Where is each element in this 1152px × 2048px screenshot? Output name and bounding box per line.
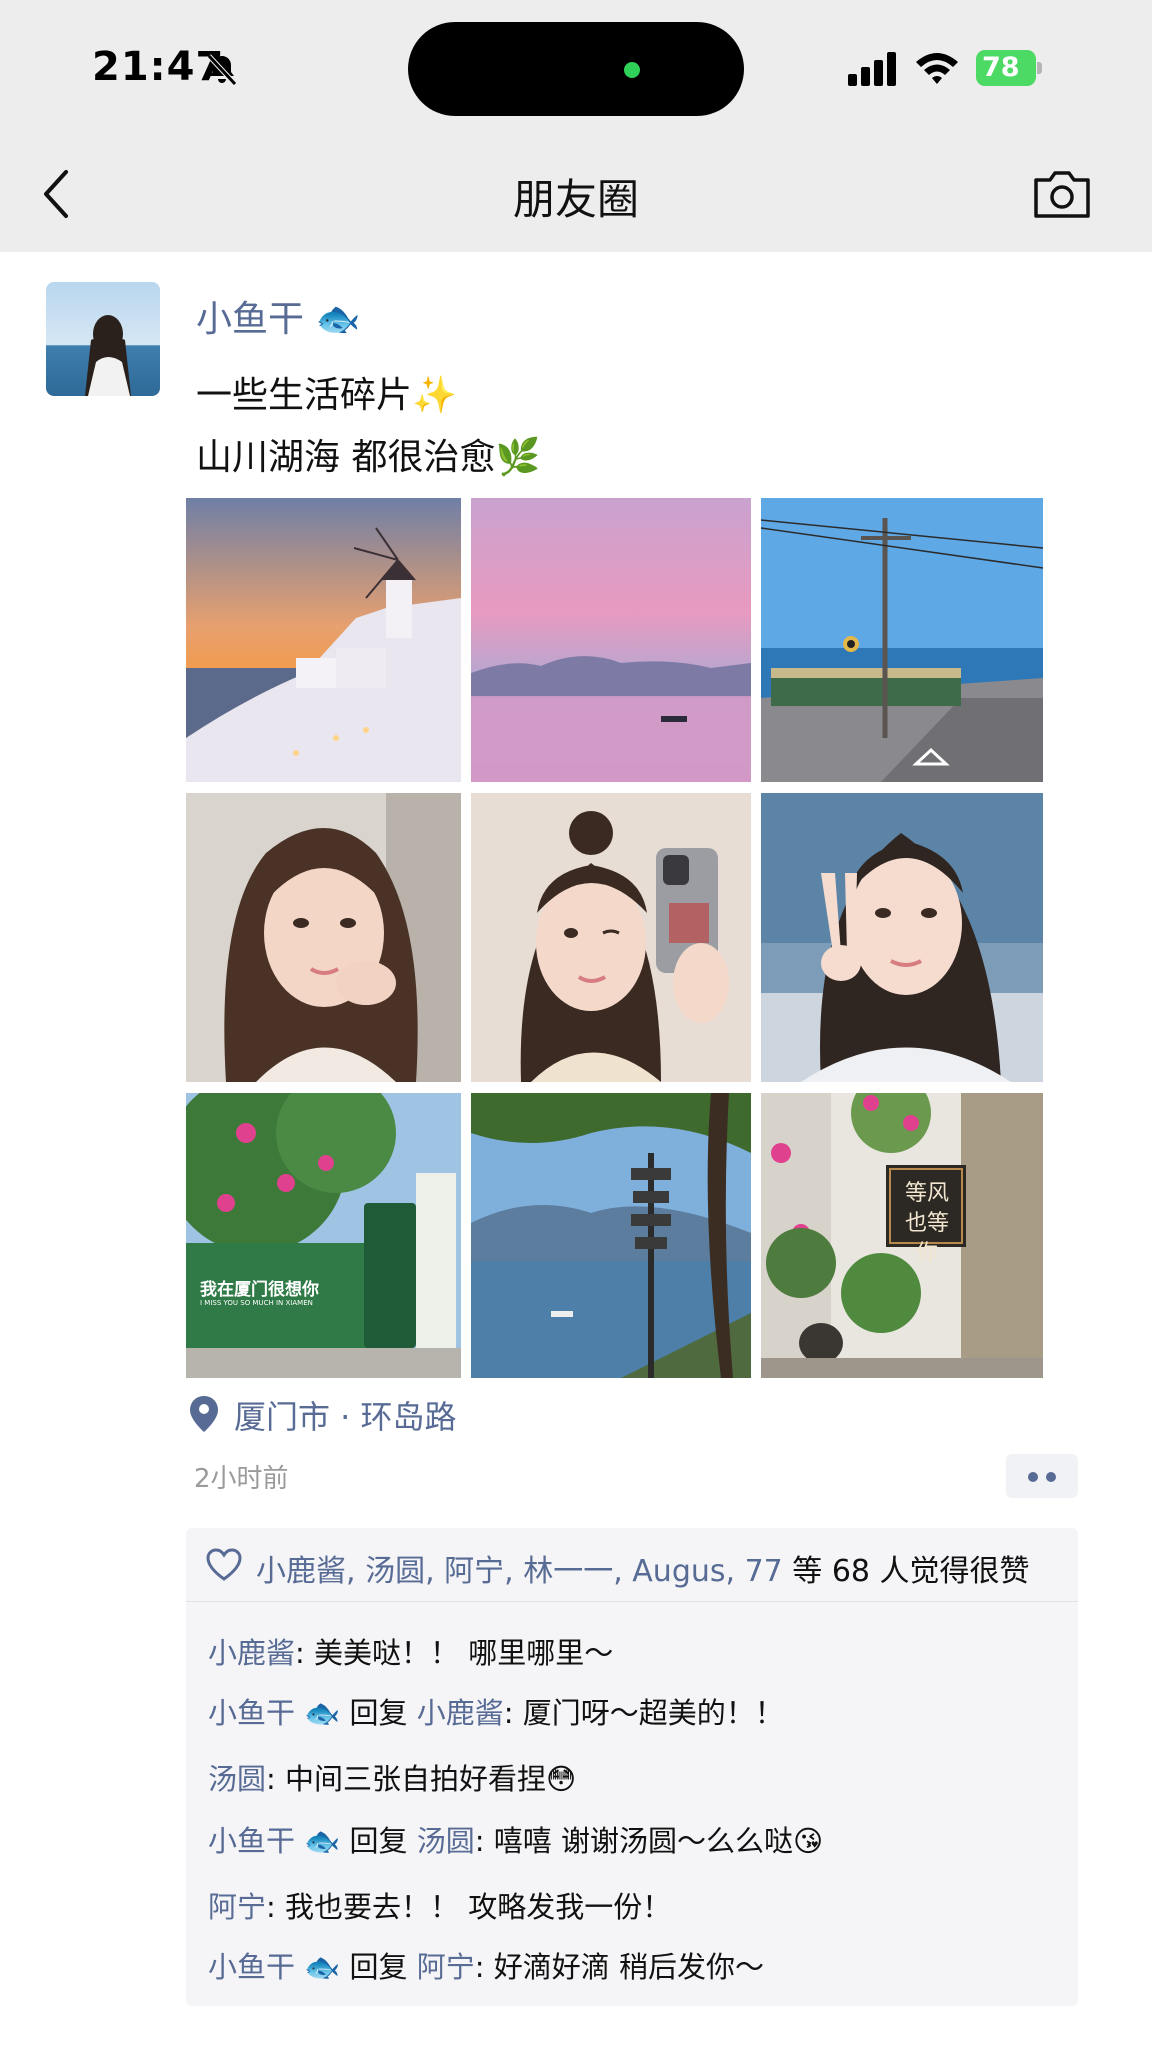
dynamic-island	[408, 22, 744, 116]
likes-row: 小鹿酱, 汤圆, 阿宁, 林一一, Augus, 77 等 68 人觉得很赞	[186, 1528, 1078, 1602]
comment-text: : 美美哒！！ 哪里哪里～	[295, 1636, 614, 1670]
comment-text: : 中间三张自拍好看捏😳	[266, 1762, 577, 1796]
battery-indicator: 78	[976, 50, 1042, 86]
location-text: 厦门市 · 环岛路	[234, 1398, 457, 1436]
photo-selfie-2-mirror[interactable]	[471, 793, 751, 1082]
post-text-line-2: 山川湖海 都很治愈🌿	[196, 437, 541, 478]
comment-reply-to[interactable]: 汤圆	[417, 1824, 475, 1858]
comment-item[interactable]: 汤圆: 中间三张自拍好看捏😳	[208, 1756, 576, 1798]
status-bar: 21:47 78	[0, 0, 1152, 136]
comment-text: : 我也要去！！ 攻略发我一份！	[266, 1890, 672, 1924]
comment-author[interactable]: 小鱼干 🐟	[208, 1824, 340, 1858]
battery-level: 78	[976, 50, 1036, 86]
photo-selfie-1[interactable]	[186, 793, 461, 1082]
photo-selfie-3-seaside[interactable]	[761, 793, 1043, 1082]
heart-icon	[206, 1548, 242, 1581]
photo-cafe-storefront[interactable]: 等风也等你	[761, 1093, 1043, 1378]
cellular-signal-icon	[848, 52, 896, 86]
page-title: 朋友圈	[512, 175, 639, 224]
comment-item[interactable]: 小鹿酱: 美美哒！！ 哪里哪里～	[208, 1630, 613, 1672]
photo-seaside-railway[interactable]	[761, 498, 1043, 782]
comment-text: : 厦门呀～超美的！！	[503, 1696, 784, 1730]
reply-word: 回复	[340, 1950, 417, 1984]
comment-author[interactable]: 小鱼干 🐟	[208, 1696, 340, 1730]
shop-sign-text: 等风也等你	[904, 1181, 949, 1266]
camera-indicator-dot	[624, 62, 640, 78]
comment-text: : 好滴好滴 稍后发你～	[474, 1950, 764, 1984]
avatar-photo	[85, 315, 131, 396]
nav-bar: 朋友圈	[0, 136, 1152, 252]
battery-cap	[1037, 62, 1042, 74]
location-pin-icon	[190, 1396, 218, 1432]
comment-text: : 嘻嘻 谢谢汤圆～么么哒😘	[474, 1824, 824, 1858]
wifi-icon	[916, 53, 958, 84]
bell-muted-icon	[207, 54, 237, 86]
photo-lake-signpost[interactable]	[471, 1093, 751, 1378]
avatar[interactable]	[46, 282, 160, 396]
reply-word: 回复	[340, 1824, 417, 1858]
more-dot-icon	[1046, 1472, 1056, 1482]
likes-count-text: 等 68 人觉得很赞	[782, 1554, 1030, 1589]
post-author[interactable]: 小鱼干 🐟	[196, 290, 360, 342]
reply-word: 回复	[340, 1696, 417, 1730]
comment-author[interactable]: 汤圆	[208, 1762, 266, 1796]
likes-comments-panel: 小鹿酱, 汤圆, 阿宁, 林一一, Augus, 77 等 68 人觉得很赞 小…	[186, 1528, 1078, 2006]
more-actions-button[interactable]	[1006, 1454, 1078, 1498]
comment-author[interactable]: 小鱼干 🐟	[208, 1950, 340, 1984]
comment-item[interactable]: 小鱼干 🐟 回复 小鹿酱: 厦门呀～超美的！！	[208, 1690, 784, 1732]
camera-icon[interactable]	[1030, 164, 1094, 224]
photo-xiamen-mailbox[interactable]: 我在厦门很想你 I MISS YOU SO MUCH IN XIAMEN	[186, 1093, 461, 1378]
comment-item[interactable]: 小鱼干 🐟 回复 阿宁: 好滴好滴 稍后发你～	[208, 1944, 764, 1986]
xiamen-sign-subtext: I MISS YOU SO MUCH IN XIAMEN	[200, 1299, 313, 1307]
comment-item[interactable]: 阿宁: 我也要去！！ 攻略发我一份！	[208, 1884, 671, 1926]
xiamen-sign-text: 我在厦门很想你	[200, 1280, 319, 1300]
comment-item[interactable]: 小鱼干 🐟 回复 汤圆: 嘻嘻 谢谢汤圆～么么哒😘	[208, 1818, 823, 1860]
photo-santorini-sunset[interactable]	[186, 498, 461, 782]
likes-list[interactable]: 小鹿酱, 汤圆, 阿宁, 林一一, Augus, 77 等 68 人觉得很赞	[256, 1546, 1030, 1590]
likes-names[interactable]: 小鹿酱, 汤圆, 阿宁, 林一一, Augus, 77	[256, 1554, 783, 1589]
comment-author[interactable]: 阿宁	[208, 1890, 266, 1924]
post-text-line-1: 一些生活碎片✨	[196, 375, 457, 416]
photo-pink-lake[interactable]	[471, 498, 751, 782]
comment-author[interactable]: 小鹿酱	[208, 1636, 295, 1670]
comment-reply-to[interactable]: 阿宁	[417, 1950, 475, 1984]
post-timestamp: 2小时前	[194, 1464, 289, 1494]
more-dot-icon	[1028, 1472, 1038, 1482]
comment-reply-to[interactable]: 小鹿酱	[417, 1696, 504, 1730]
